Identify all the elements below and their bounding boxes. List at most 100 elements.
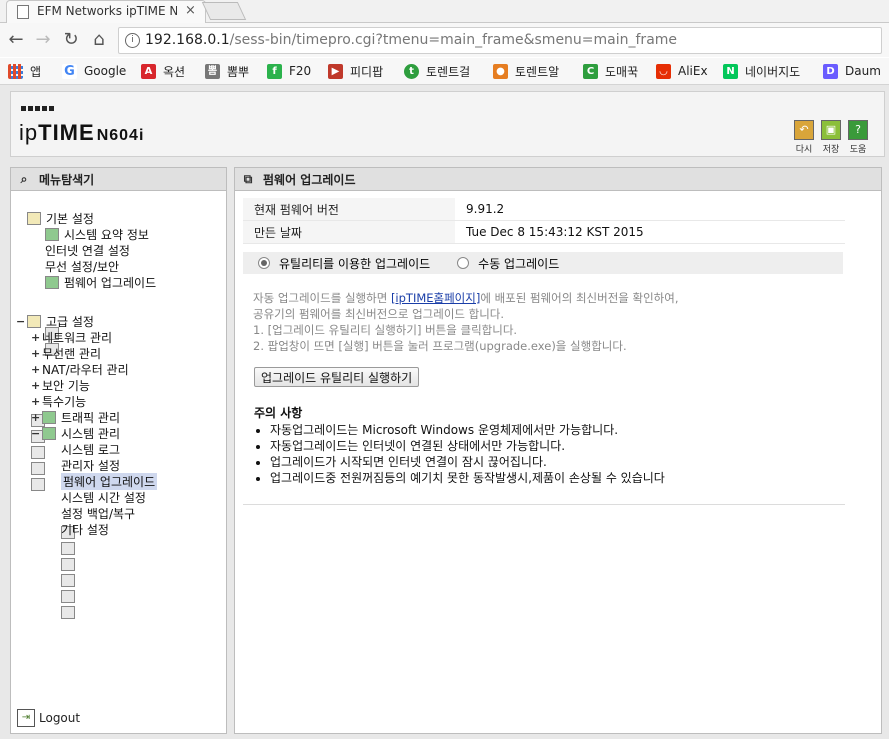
- document-icon: [61, 542, 75, 555]
- tree-group-system[interactable]: − 시스템 관리: [31, 425, 120, 441]
- url-path: /sess-bin/timepro.cgi?tmenu=main_frame&s…: [229, 32, 678, 48]
- bookmark-label: 토렌트걸: [426, 64, 471, 79]
- router-icon: [31, 446, 45, 459]
- bookmark-label: Daum: [845, 64, 881, 78]
- traffic-icon: [42, 410, 56, 424]
- refresh-button[interactable]: ↶ 다시: [793, 120, 815, 155]
- tree-label: 설정 백업/복구: [61, 506, 136, 521]
- new-tab-button[interactable]: [201, 2, 247, 20]
- bookmark-torrentgirl[interactable]: t 토렌트걸: [404, 63, 470, 79]
- radio-unchecked-icon[interactable]: [457, 257, 470, 269]
- logout-label: Logout: [39, 711, 81, 725]
- bookmark-daum[interactable]: D Daum: [823, 63, 881, 79]
- tree-group-nat-router[interactable]: + NAT/라우터 관리: [31, 361, 129, 459]
- expand-icon[interactable]: +: [31, 411, 40, 424]
- bookmark-aliexpress[interactable]: ◡ AliEx: [656, 63, 708, 79]
- close-tab-icon[interactable]: ×: [185, 3, 196, 18]
- tree-item-wireless[interactable]: 무선 설정/보안: [45, 258, 119, 356]
- bookmark-domeggook[interactable]: C 도매꾹: [583, 63, 638, 79]
- tree-group-wireless-lan[interactable]: + 무선랜 관리: [31, 345, 101, 443]
- radio-label: 수동 업그레이드: [478, 256, 560, 271]
- chart-icon: [45, 227, 59, 241]
- radio-checked-icon[interactable]: [258, 257, 270, 269]
- tree-item-internet-setup[interactable]: 인터넷 연결 설정: [45, 242, 130, 340]
- bookmark-label: 피디팝: [350, 64, 384, 79]
- tree-group-special[interactable]: + 특수기능: [31, 393, 86, 491]
- notice-list: 자동업그레이드는 Microsoft Windows 운영체제에서만 가능합니다…: [254, 422, 665, 486]
- bookmark-label: 옥션: [163, 64, 186, 79]
- tree-group-security[interactable]: + 보안 기능: [31, 377, 90, 475]
- tree-group-network[interactable]: + 네트워크 관리: [31, 329, 112, 427]
- tree-label: 기타 설정: [61, 522, 109, 537]
- bookmark-ppomppu[interactable]: 뽐 뽐뿌: [205, 63, 249, 79]
- tree-item-system-time[interactable]: 시스템 시간 설정: [61, 489, 146, 587]
- expand-icon[interactable]: +: [31, 331, 40, 344]
- bookmark-google[interactable]: G Google: [62, 63, 126, 79]
- radio-utility-upgrade[interactable]: 유틸리티를 이용한 업그레이드: [258, 255, 430, 272]
- save-button[interactable]: ▣ 저장: [820, 120, 842, 155]
- bookmark-auction[interactable]: A 옥션: [141, 63, 185, 79]
- tree-item-firmware-upgrade[interactable]: 펌웨어 업그레이드: [61, 472, 158, 571]
- pdpop-icon: ▶: [328, 63, 343, 79]
- run-upgrade-utility-button[interactable]: 업그레이드 유틸리티 실행하기: [254, 367, 420, 387]
- menu-explorer-title: ⌕ 메뉴탐색기: [11, 168, 226, 191]
- bookmark-apps[interactable]: 앱: [8, 63, 41, 79]
- iptime-homepage-link[interactable]: [ipTIME홈페이지]: [391, 291, 480, 305]
- tree-item-admin-settings[interactable]: 관리자 설정: [61, 457, 121, 555]
- tree-item-firmware-basic[interactable]: 펌웨어 업그레이드: [45, 274, 156, 290]
- help-button[interactable]: ? 도움: [847, 120, 869, 155]
- router-admin-page: ipTIME N604i ↶ 다시 ▣ 저장 ? 도움 ⌕ 메뉴탐색기 기본 설정…: [0, 85, 889, 739]
- url-text: 192.168.0.1/sess-bin/timepro.cgi?tmenu=m…: [145, 32, 677, 48]
- aliexpress-icon: ◡: [656, 63, 671, 79]
- search-icon: ⌕: [20, 172, 28, 186]
- home-icon[interactable]: ⌂: [89, 29, 109, 50]
- tree-item-system-log[interactable]: 시스템 로그: [61, 441, 120, 539]
- notice-title: 주의 사항: [254, 406, 303, 420]
- folder-icon: [27, 314, 41, 328]
- table-row: 현재 펌웨어 버전 9.91.2: [243, 198, 845, 221]
- desc-text: 자동 업그레이드를 실행하면: [253, 291, 391, 305]
- expand-icon[interactable]: +: [31, 379, 40, 392]
- document-icon: [61, 590, 75, 603]
- tree-label: 고급 설정: [46, 314, 94, 329]
- list-item: 업그레이드가 시작되면 인터넷 연결이 잠시 끊어집니다.: [270, 454, 665, 470]
- build-date-value: Tue Dec 8 15:43:12 KST 2015: [455, 220, 845, 244]
- notice-section: 주의 사항 자동업그레이드는 Microsoft Windows 운영체제에서만…: [254, 404, 665, 486]
- help-icon: ?: [848, 120, 868, 140]
- back-icon[interactable]: ←: [6, 29, 26, 50]
- bookmark-label: 뽐뿌: [227, 64, 250, 79]
- tree-basic-settings[interactable]: 기본 설정: [27, 210, 94, 226]
- logout-link[interactable]: ⇥ Logout: [17, 709, 80, 727]
- tree-advanced-settings[interactable]: − 고급 설정: [16, 313, 94, 329]
- address-bar[interactable]: i 192.168.0.1/sess-bin/timepro.cgi?tmenu…: [118, 27, 882, 54]
- collapse-icon[interactable]: −: [31, 427, 40, 440]
- tree-item-backup-restore[interactable]: 설정 백업/복구: [61, 505, 136, 603]
- radio-manual-upgrade[interactable]: 수동 업그레이드: [457, 255, 559, 272]
- list-item: 업그레이드중 전원꺼짐등의 예기치 못한 동작발생시,제품이 손상될 수 있습니…: [270, 470, 665, 486]
- expand-icon[interactable]: +: [31, 395, 40, 408]
- forward-icon[interactable]: →: [33, 29, 53, 50]
- expand-icon[interactable]: +: [31, 347, 40, 360]
- tree-item-system-summary[interactable]: 시스템 요약 정보: [45, 226, 149, 242]
- bookmark-f20[interactable]: f F20: [267, 63, 311, 79]
- tree-label: 보안 기능: [42, 378, 90, 393]
- bookmark-naver[interactable]: N 네이버지도: [723, 63, 800, 79]
- bookmark-pdpop[interactable]: ▶ 피디팝: [328, 63, 383, 79]
- tree-label: 관리자 설정: [61, 458, 121, 473]
- model-name: N604i: [96, 127, 145, 144]
- special-feature-icon: [31, 478, 45, 491]
- daum-icon: D: [823, 63, 838, 79]
- document-icon: [61, 606, 75, 619]
- tree-group-traffic[interactable]: + 트래픽 관리: [31, 409, 120, 425]
- reload-icon[interactable]: ↻: [61, 29, 81, 50]
- lock-icon: [31, 462, 45, 475]
- tree-item-other-settings[interactable]: 기타 설정: [61, 521, 109, 619]
- site-info-icon[interactable]: i: [125, 33, 140, 48]
- collapse-icon[interactable]: −: [16, 315, 25, 328]
- bookmark-torrental[interactable]: ● 토렌트알: [493, 63, 559, 79]
- logout-icon: ⇥: [17, 709, 35, 727]
- main-panel-title: ⧉ 펌웨어 업그레이드: [235, 168, 881, 191]
- tree-label: 시스템 요약 정보: [64, 227, 149, 242]
- expand-icon[interactable]: +: [31, 363, 40, 376]
- browser-tab[interactable]: EFM Networks ipTIME N ×: [6, 0, 206, 23]
